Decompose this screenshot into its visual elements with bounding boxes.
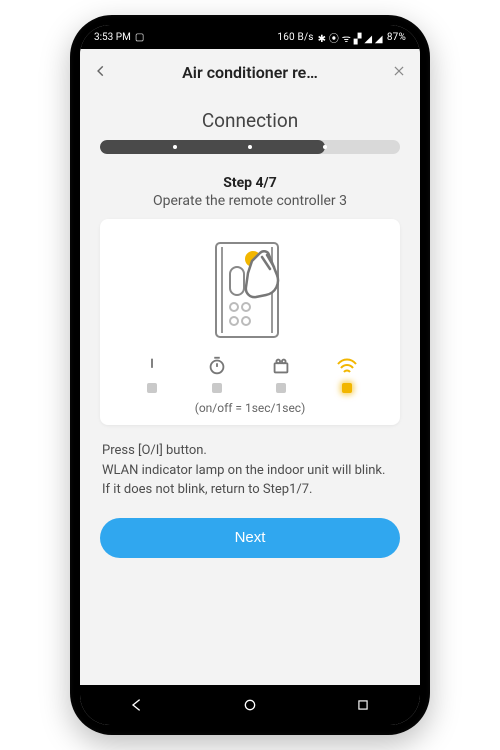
timer-icon xyxy=(206,355,228,377)
back-button[interactable] xyxy=(94,62,108,83)
battery-text: 87% xyxy=(387,32,406,43)
page-title: Air conditioner re… xyxy=(182,63,318,82)
nav-home-button[interactable] xyxy=(241,696,259,714)
indicator-light xyxy=(147,383,157,393)
instruction-line: WLAN indicator lamp on the indoor unit w… xyxy=(102,461,398,481)
wifi-indicator xyxy=(335,355,359,393)
instruction-card: (on/off = 1sec/1sec) xyxy=(100,219,400,425)
progress-dot xyxy=(323,145,327,149)
indicator-light xyxy=(212,383,222,393)
step-label: Step 4/7 xyxy=(223,175,277,191)
power-indicator xyxy=(141,355,163,393)
content-area: Connection Step 4/7 Operate the remote c… xyxy=(80,95,420,685)
instruction-line: Press [O/I] button. xyxy=(102,441,398,461)
progress-fill xyxy=(100,140,325,154)
progress-dot xyxy=(173,145,177,149)
nav-recent-button[interactable] xyxy=(354,696,372,714)
mode-indicator xyxy=(270,355,292,393)
network-rate: 160 B/s xyxy=(277,32,313,43)
nav-back-button[interactable] xyxy=(128,696,146,714)
timer-indicator xyxy=(206,355,228,393)
status-bar: 3:53 PM ▢ 160 B/s ✱ ⦿ ᯤ ▞ ◢ ◢ 87% xyxy=(80,25,420,49)
next-button[interactable]: Next xyxy=(100,518,400,558)
section-heading: Connection xyxy=(100,109,400,132)
progress-bar xyxy=(100,140,400,154)
instruction-line: If it does not blink, return to Step1/7. xyxy=(102,480,398,500)
screenshot-icon: ▢ xyxy=(135,32,144,43)
indicator-light-active xyxy=(342,383,352,393)
wifi-icon xyxy=(335,355,359,377)
instruction-text: Press [O/I] button. WLAN indicator lamp … xyxy=(100,441,400,500)
indicator-row xyxy=(114,355,386,393)
power-icon xyxy=(141,355,163,377)
mode-icon xyxy=(270,355,292,377)
status-icons: ✱ ⦿ ᯤ ▞ ◢ ◢ xyxy=(318,30,383,45)
progress-dot xyxy=(248,145,252,149)
statusbar-right: 160 B/s ✱ ⦿ ᯤ ▞ ◢ ◢ 87% xyxy=(277,30,406,45)
android-navbar xyxy=(80,685,420,725)
statusbar-time: 3:53 PM xyxy=(94,32,131,43)
timing-caption: (on/off = 1sec/1sec) xyxy=(114,401,386,415)
phone-frame: 3:53 PM ▢ 160 B/s ✱ ⦿ ᯤ ▞ ◢ ◢ 87% Air co… xyxy=(70,15,430,735)
remote-illustration xyxy=(114,235,386,345)
step-label-row: Step 4/7 xyxy=(100,172,400,191)
step-subtitle: Operate the remote controller 3 xyxy=(100,193,400,209)
app-header: Air conditioner re… xyxy=(80,49,420,95)
statusbar-left: 3:53 PM ▢ xyxy=(94,32,144,43)
indicator-light xyxy=(276,383,286,393)
screen: 3:53 PM ▢ 160 B/s ✱ ⦿ ᯤ ▞ ◢ ◢ 87% Air co… xyxy=(80,25,420,725)
close-button[interactable] xyxy=(392,62,406,83)
